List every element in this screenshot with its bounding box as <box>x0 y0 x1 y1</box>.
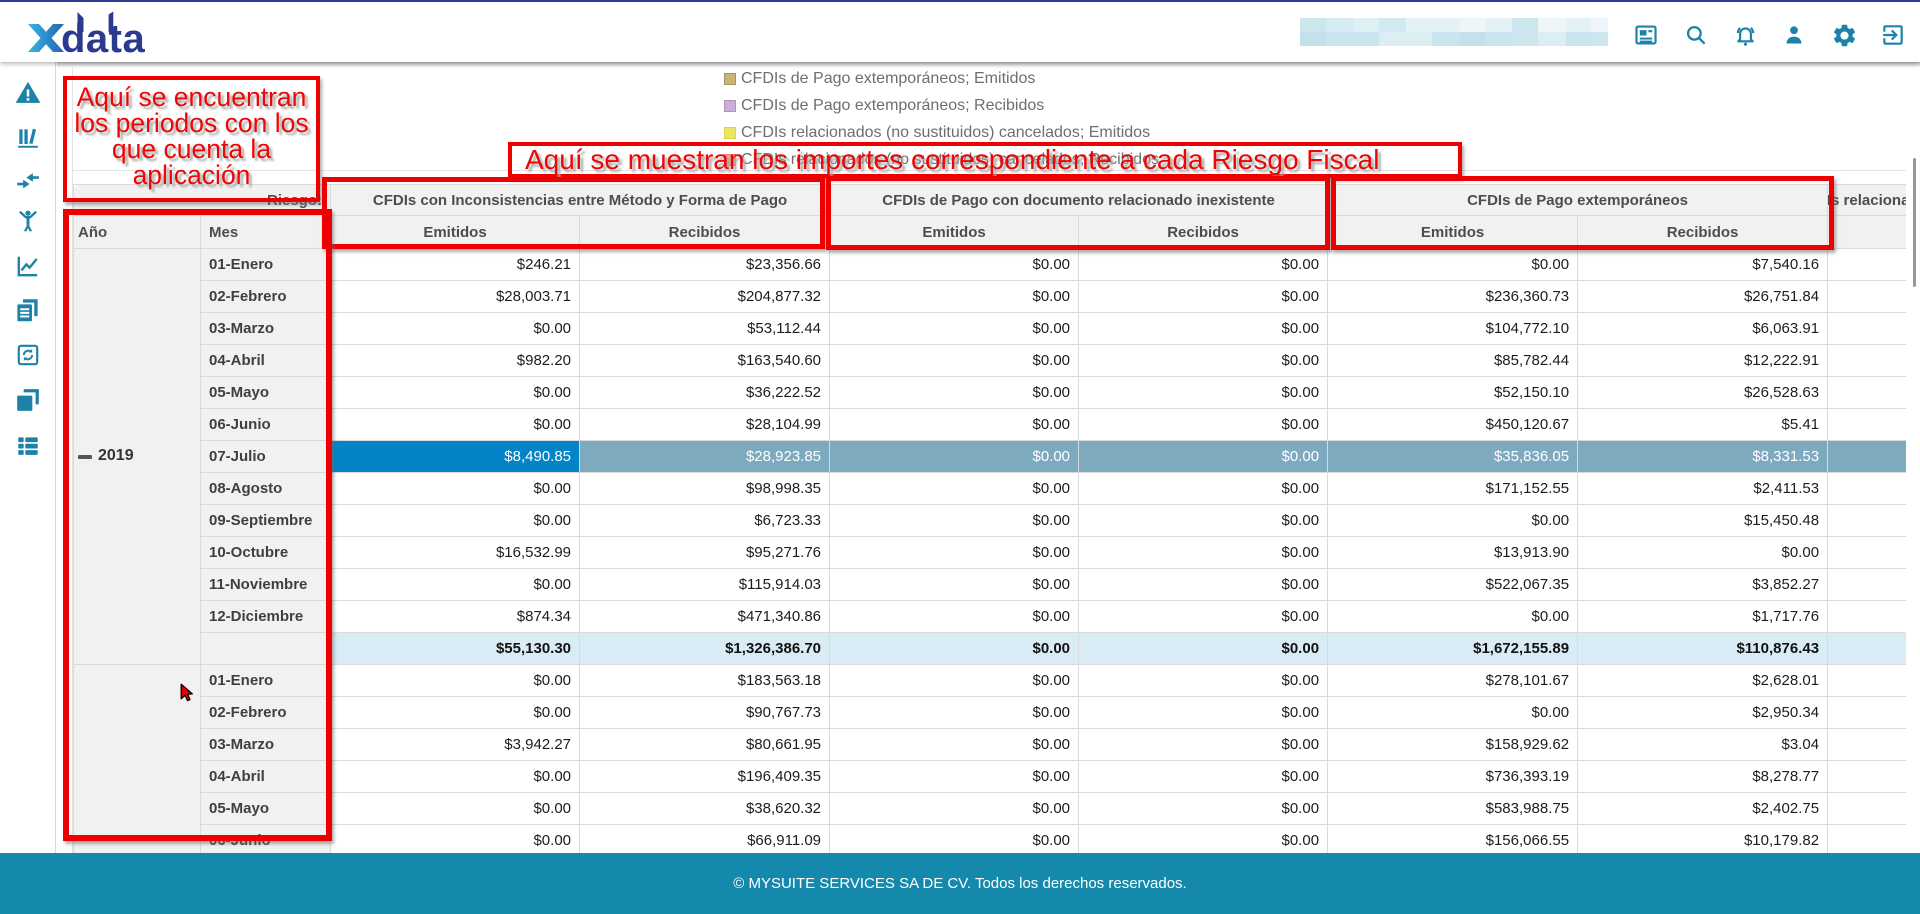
svg-text:data: data <box>61 17 146 54</box>
